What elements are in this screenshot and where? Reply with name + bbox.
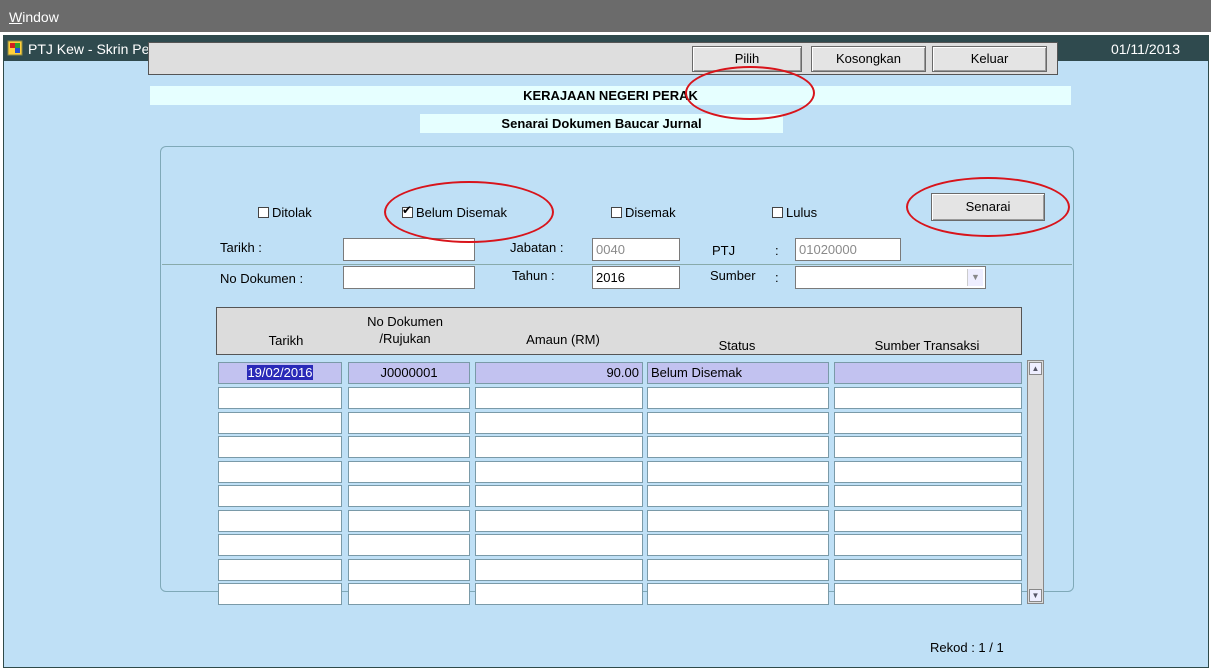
action-toolbar: Pilih Kosongkan Keluar <box>148 42 1058 75</box>
cell-amaun[interactable] <box>475 583 643 605</box>
checkbox-box[interactable] <box>258 207 269 218</box>
no-dokumen-field[interactable] <box>343 266 475 289</box>
cell-status[interactable] <box>647 411 829 434</box>
header-no-dokumen: No Dokumen <box>367 314 443 329</box>
oracle-forms-icon <box>7 40 23 56</box>
cell-amaun[interactable] <box>475 485 643 507</box>
cell-sumber-transaksi[interactable] <box>834 534 1022 556</box>
kosongkan-button[interactable]: Kosongkan <box>811 46 926 72</box>
cell-tarikh[interactable] <box>218 583 342 605</box>
sumber-colon: : <box>775 270 779 285</box>
checkbox-box[interactable] <box>772 207 783 218</box>
cell-amaun[interactable] <box>475 387 643 409</box>
cell-amaun[interactable] <box>475 411 643 434</box>
header-amaun: Amaun (RM) <box>526 332 600 347</box>
annotation-ring-senarai <box>906 177 1070 237</box>
cell-tarikh[interactable] <box>218 411 342 434</box>
chevron-down-icon[interactable]: ▼ <box>967 269 983 286</box>
cell-no-dokumen[interactable] <box>348 436 470 458</box>
header-tarikh: Tarikh <box>268 333 304 348</box>
cell-status[interactable] <box>647 485 829 507</box>
tahun-label: Tahun : <box>512 268 555 283</box>
cell-sumber-transaksi[interactable] <box>834 485 1022 507</box>
keluar-button[interactable]: Keluar <box>932 46 1047 72</box>
cell-tarikh[interactable]: 19/02/2016 <box>218 362 342 384</box>
cell-amaun[interactable] <box>475 436 643 458</box>
header-sumber-transaksi: Sumber Transaksi <box>874 338 980 353</box>
cell-tarikh[interactable] <box>218 509 342 532</box>
jabatan-field[interactable]: 0040 <box>592 238 680 261</box>
sumber-dropdown[interactable]: ▼ <box>795 266 986 289</box>
cell-sumber-transaksi[interactable] <box>834 460 1022 483</box>
annotation-ring-pilih <box>685 66 815 120</box>
cell-amaun[interactable] <box>475 534 643 556</box>
cell-tarikh[interactable] <box>218 436 342 458</box>
cell-amaun[interactable]: 90.00 <box>475 362 643 384</box>
no-dokumen-label: No Dokumen : <box>220 271 304 286</box>
cell-no-dokumen[interactable] <box>348 534 470 556</box>
checkbox-box[interactable] <box>611 207 622 218</box>
cell-status[interactable] <box>647 534 829 556</box>
sumber-label: Sumber <box>710 268 756 283</box>
cell-tarikh[interactable] <box>218 485 342 507</box>
ptj-label: PTJ <box>712 243 736 258</box>
checkbox-lulus[interactable]: Lulus <box>772 205 817 220</box>
cell-sumber-transaksi[interactable] <box>834 362 1022 384</box>
cell-status[interactable] <box>647 558 829 581</box>
cell-sumber-transaksi[interactable] <box>834 558 1022 581</box>
cell-status[interactable] <box>647 509 829 532</box>
cell-status[interactable] <box>647 436 829 458</box>
scroll-up-icon[interactable]: ▲ <box>1029 362 1042 375</box>
header-status: Status <box>718 338 756 353</box>
menu-bar: Window <box>0 0 1211 32</box>
table-header: Tarikh No Dokumen /Rujukan Amaun (RM) St… <box>216 307 1022 355</box>
scroll-down-icon[interactable]: ▼ <box>1029 589 1042 602</box>
table-scrollbar[interactable]: ▲ ▼ <box>1027 360 1044 604</box>
window-date: 01/11/2013 <box>1110 41 1180 57</box>
cell-amaun[interactable] <box>475 460 643 483</box>
cell-sumber-transaksi[interactable] <box>834 583 1022 605</box>
checkbox-disemak[interactable]: Disemak <box>611 205 676 220</box>
ptj-colon: : <box>775 243 779 258</box>
cell-no-dokumen[interactable] <box>348 411 470 434</box>
cell-tarikh[interactable] <box>218 558 342 581</box>
jabatan-label: Jabatan : <box>510 240 564 255</box>
cell-sumber-transaksi[interactable] <box>834 509 1022 532</box>
cell-no-dokumen[interactable]: J0000001 <box>348 362 470 384</box>
tahun-field[interactable]: 2016 <box>592 266 680 289</box>
cell-no-dokumen[interactable] <box>348 460 470 483</box>
cell-amaun[interactable] <box>475 558 643 581</box>
checkbox-ditolak[interactable]: Ditolak <box>258 205 312 220</box>
cell-status[interactable]: Belum Disemak <box>647 362 829 384</box>
header-rujukan: /Rujukan <box>379 331 431 346</box>
cell-sumber-transaksi[interactable] <box>834 411 1022 434</box>
cell-no-dokumen[interactable] <box>348 558 470 581</box>
annotation-ring-belum-disemak <box>384 181 554 243</box>
cell-tarikh[interactable] <box>218 460 342 483</box>
state-banner: KERAJAAN NEGERI PERAK <box>150 86 1071 105</box>
cell-status[interactable] <box>647 583 829 605</box>
cell-sumber-transaksi[interactable] <box>834 387 1022 409</box>
cell-amaun[interactable] <box>475 509 643 532</box>
cell-status[interactable] <box>647 387 829 409</box>
tarikh-label: Tarikh : <box>220 240 262 255</box>
cell-status[interactable] <box>647 460 829 483</box>
cell-tarikh[interactable] <box>218 387 342 409</box>
ptj-field[interactable]: 01020000 <box>795 238 901 261</box>
record-counter: Rekod : 1 / 1 <box>930 640 1004 655</box>
menu-window[interactable]: Window <box>9 9 59 25</box>
cell-no-dokumen[interactable] <box>348 509 470 532</box>
cell-no-dokumen[interactable] <box>348 485 470 507</box>
cell-no-dokumen[interactable] <box>348 583 470 605</box>
cell-no-dokumen[interactable] <box>348 387 470 409</box>
cell-tarikh[interactable] <box>218 534 342 556</box>
panel-divider <box>162 264 1072 265</box>
cell-sumber-transaksi[interactable] <box>834 436 1022 458</box>
